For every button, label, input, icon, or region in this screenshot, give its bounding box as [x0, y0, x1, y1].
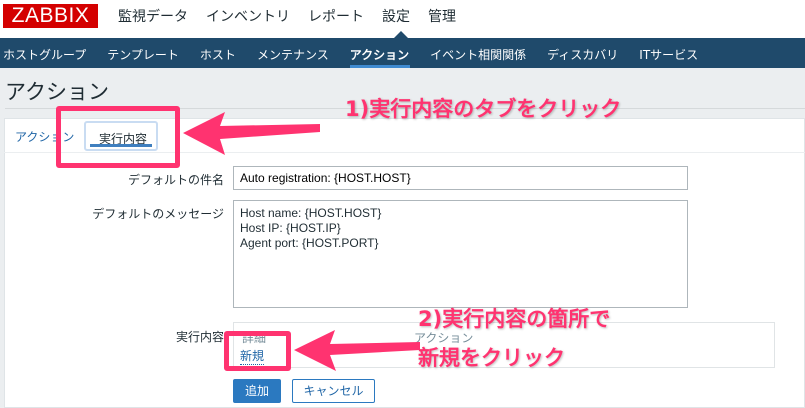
arrow-icon: [183, 112, 320, 155]
annotation-step2-line1: 2)実行内容の箇所で: [418, 307, 611, 331]
annotation-step1: 1)実行内容のタブをクリック: [345, 97, 622, 121]
annotation-arrows: [183, 112, 420, 371]
arrow-icon: [294, 330, 420, 371]
annotation-step2-line2: 新規をクリック: [418, 346, 565, 370]
